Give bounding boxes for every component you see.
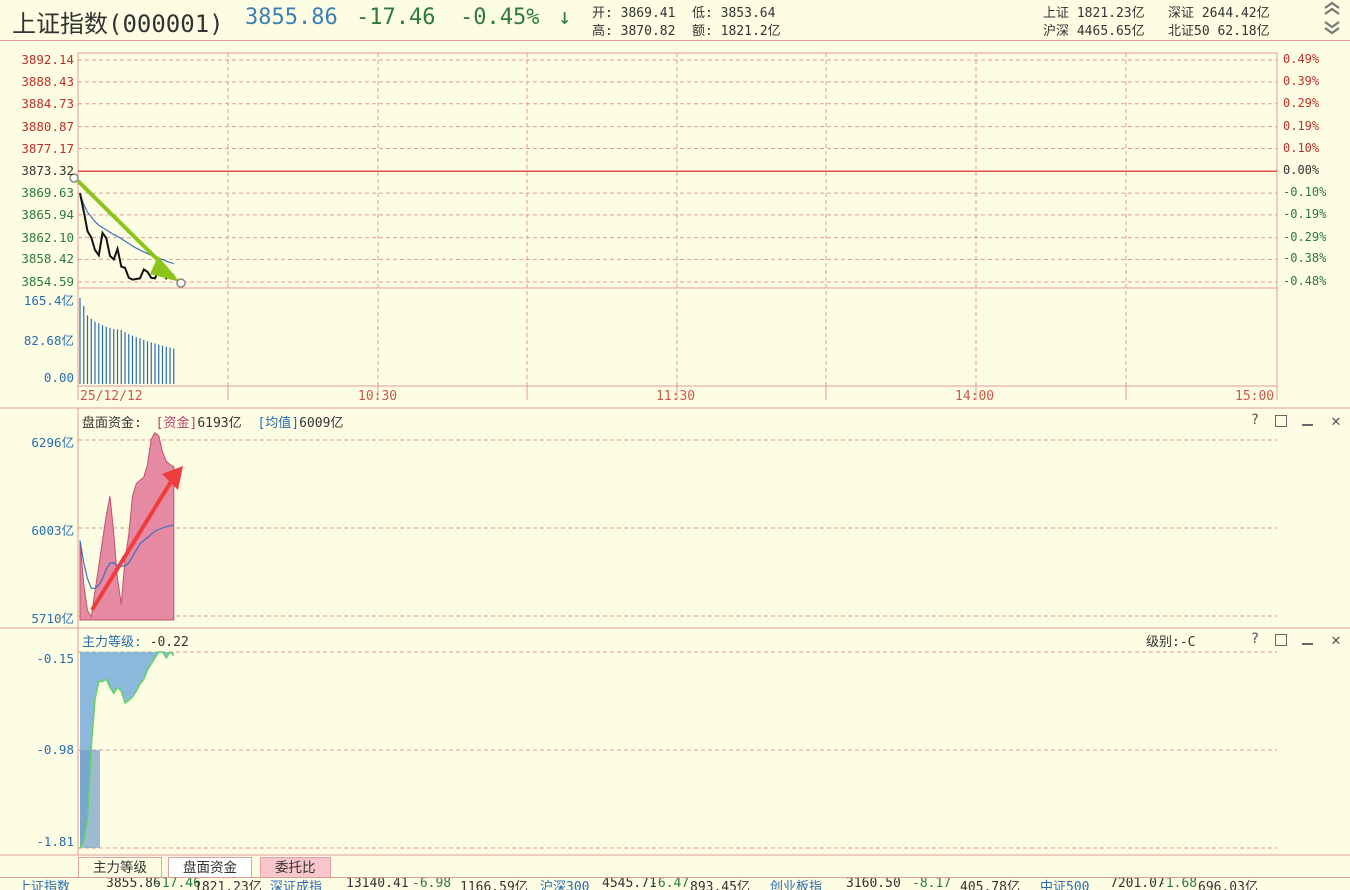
quote-value: 696.03亿 (1198, 880, 1258, 890)
quote-value: 1166.59亿 (460, 880, 528, 890)
price-tick: 3869.63 (21, 185, 74, 201)
pct-tick: 0.10% (1283, 140, 1320, 155)
quote-value: -8.17 (912, 877, 952, 890)
quote-value: 4545.71 (602, 877, 657, 890)
fund-tick: 6003亿 (31, 523, 74, 538)
fund-panel-title: 盘面资金: (82, 416, 142, 431)
pct-tick: 0.39% (1283, 73, 1320, 88)
tab-fund[interactable]: 盘面资金 (168, 857, 252, 879)
quote-index-name[interactable]: 深证成指 (270, 878, 322, 890)
fund-series (79, 431, 175, 621)
quote-index-name[interactable]: 创业板指 (770, 878, 822, 890)
pct-tick: 0.19% (1283, 118, 1320, 133)
pct-tick: 0.29% (1283, 95, 1320, 110)
quote-value: 13140.41 (346, 877, 409, 890)
quote-value: -6.47 (650, 877, 690, 890)
main-tick: -1.81 (36, 834, 74, 849)
chart-canvas (0, 52, 1350, 856)
price-tick: 3892.14 (21, 52, 74, 67)
fund-area (79, 431, 175, 621)
x-label-1400: 14:00 (955, 389, 995, 404)
price-tick: 3854.59 (21, 274, 74, 289)
minimize-icon[interactable] (1302, 643, 1313, 645)
quote-index-name[interactable]: 沪深300 (540, 878, 589, 890)
main-series (79, 650, 175, 849)
price-tick: 3858.42 (21, 251, 74, 267)
price-tick: 3873.32 (21, 163, 74, 179)
close-icon[interactable]: ✕ (1328, 630, 1344, 649)
volume-tick: 0.00 (43, 370, 74, 385)
price-tick: 3877.17 (21, 140, 74, 156)
close-icon[interactable]: ✕ (1328, 411, 1344, 430)
price-tick: 3880.87 (21, 118, 74, 134)
main-level: 级别:-C (1146, 635, 1196, 650)
fund-legend: 盘面资金: [资金]6193亿 [均值]6009亿 (82, 412, 343, 431)
price-tick: 3862.10 (21, 229, 74, 245)
quote-index-name[interactable]: 上证指数 (18, 878, 70, 890)
main-tick: -0.98 (36, 742, 74, 757)
volume-bars (79, 298, 175, 384)
maximize-icon[interactable] (1275, 634, 1287, 646)
pct-tick: -0.29% (1283, 229, 1327, 244)
quote-value: 405.78亿 (960, 880, 1020, 890)
minimize-icon[interactable] (1302, 424, 1313, 426)
quote-value: 3855.86 (106, 877, 161, 890)
pct-tick: -0.10% (1283, 185, 1327, 200)
quote-value: -6.98 (412, 877, 452, 890)
fund-label: [资金] (155, 416, 198, 431)
main-value: -0.22 (149, 635, 189, 650)
volume-tick: 82.68亿 (23, 333, 74, 348)
fund-value: 6193亿 (197, 416, 242, 431)
fund-tick: 6296亿 (31, 435, 74, 450)
x-label-1500: 15:00 (1235, 389, 1275, 404)
main-legend: 主力等级: -0.22 (82, 631, 189, 650)
quote-value: 3160.50 (846, 877, 901, 890)
x-label-date: 25/12/12 (80, 389, 143, 404)
quote-value: 1821.23亿 (194, 880, 262, 890)
bottom-quote-bar: 上证指数 3855.86 -17.46 1821.23亿 深证成指 13140.41 -6.… (0, 877, 1350, 890)
x-label-1130: 11:30 (656, 389, 696, 404)
price-tick: 3888.43 (21, 73, 74, 89)
quote-index-name[interactable]: 中证500 (1040, 878, 1089, 890)
volume-tick: 165.4亿 (23, 293, 74, 308)
arrow-end-handle (176, 278, 186, 288)
tab-order-ratio[interactable]: 委托比 (260, 857, 331, 879)
pct-tick: 0.49% (1283, 52, 1320, 66)
help-icon[interactable]: ? (1247, 631, 1263, 647)
price-tick: 3884.73 (21, 95, 74, 111)
fund-tick: 5710亿 (31, 611, 74, 626)
avg-value: 6009亿 (299, 416, 344, 431)
pct-tick: -0.19% (1283, 206, 1327, 221)
x-label-1030: 10:30 (358, 389, 398, 404)
down-arrow-shaft (76, 179, 168, 270)
tab-main-level[interactable]: 主力等级 (78, 857, 162, 879)
price-grid (0, 52, 1350, 856)
maximize-icon[interactable] (1275, 415, 1287, 427)
pct-tick: -0.38% (1283, 251, 1327, 266)
pct-tick: -0.48% (1283, 274, 1327, 288)
avg-label: [均值] (257, 416, 300, 431)
main-tick: -0.15 (36, 651, 74, 666)
quote-value: -1.68 (1158, 877, 1198, 890)
help-icon[interactable]: ? (1247, 412, 1263, 428)
price-tick: 3865.94 (21, 206, 74, 222)
quote-value: 893.45亿 (690, 880, 750, 890)
pct-tick: 0.00% (1283, 163, 1320, 178)
main-panel-title: 主力等级: (82, 635, 142, 650)
quote-value: 7201.07 (1110, 877, 1165, 890)
